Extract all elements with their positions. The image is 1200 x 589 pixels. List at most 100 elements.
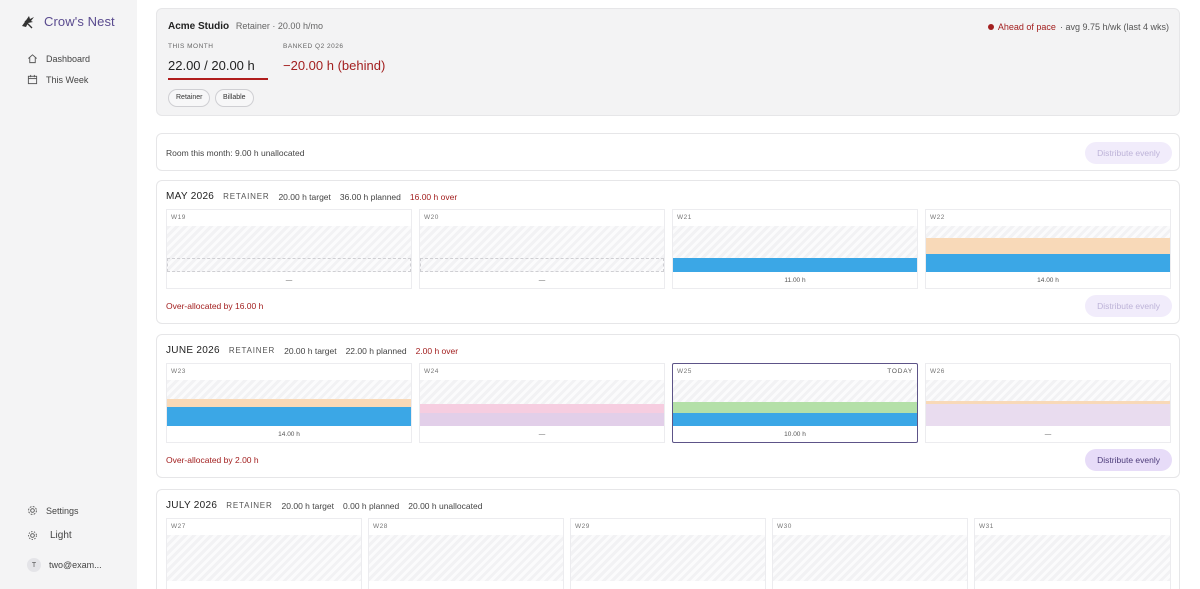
distribute-evenly-button[interactable]: Distribute evenly: [1085, 449, 1172, 471]
week-label: W21: [677, 214, 692, 221]
allocation-bar-peach: [167, 399, 411, 407]
month-header: JUNE 2026 RETAINER 20.00 h target 22.00 …: [166, 345, 458, 356]
week-label: W31: [979, 523, 994, 530]
week-label: W29: [575, 523, 590, 530]
week-hours: 10.00 h: [784, 431, 806, 438]
pace-status: Ahead of pace · avg 9.75 h/wk (last 4 wk…: [987, 22, 1169, 32]
sidebar: Crow's Nest Dashboard This Week Settings…: [0, 0, 137, 589]
week-cell-w29[interactable]: W29: [570, 518, 766, 589]
week-cell-w20[interactable]: W20 —: [419, 209, 665, 289]
week-capacity-area: [673, 380, 917, 426]
month-kind: RETAINER: [223, 192, 270, 201]
week-capacity-area: [673, 226, 917, 272]
week-cell-w19[interactable]: W19 —: [166, 209, 412, 289]
allocation-bar-peach: [926, 238, 1170, 254]
month-card-july: JULY 2026 RETAINER 20.00 h target 0.00 h…: [156, 489, 1180, 589]
this-month-value: 22.00 / 20.00 h: [168, 58, 255, 73]
week-capacity-area: [167, 380, 411, 426]
week-cell-w24[interactable]: W24 —: [419, 363, 665, 443]
allocation-bar-blue: [167, 407, 411, 426]
client-title: Acme Studio Retainer · 20.00 h/mo: [168, 21, 323, 32]
week-capacity-area: [167, 226, 411, 272]
sidebar-item-this-week[interactable]: This Week: [27, 74, 88, 85]
month-target: 20.00 h target: [284, 345, 337, 356]
tag-billable[interactable]: Billable: [215, 89, 254, 107]
client-plan: Retainer · 20.00 h/mo: [235, 21, 323, 31]
over-target-underline: [168, 78, 268, 80]
week-hours: 14.00 h: [1037, 277, 1059, 284]
allocation-bar-lavender: [926, 404, 1170, 426]
week-cell-w21[interactable]: W21 11.00 h: [672, 209, 918, 289]
month-planned: 22.00 h planned: [345, 345, 407, 356]
week-capacity-area: [926, 226, 1170, 272]
app-name: Crow's Nest: [44, 13, 115, 29]
week-cell-w28[interactable]: W28: [368, 518, 564, 589]
month-header: MAY 2026 RETAINER 20.00 h target 36.00 h…: [166, 191, 457, 202]
over-allocated-text: Over-allocated by 16.00 h: [166, 301, 264, 311]
month-status: 20.00 h unallocated: [408, 500, 483, 511]
week-label: W24: [424, 368, 439, 375]
sidebar-item-label: Settings: [46, 505, 79, 516]
week-label: W19: [171, 214, 186, 221]
week-hours: 14.00 h: [278, 431, 300, 438]
month-name: MAY 2026: [166, 191, 215, 202]
theme-toggle[interactable]: Light: [27, 530, 72, 541]
sidebar-item-dashboard[interactable]: Dashboard: [27, 53, 90, 64]
month-kind: RETAINER: [228, 346, 276, 355]
this-month-label: THIS MONTH: [168, 43, 214, 50]
month-target: 20.00 h target: [281, 500, 334, 511]
sidebar-item-label: This Week: [46, 74, 89, 85]
brand[interactable]: Crow's Nest: [20, 13, 115, 29]
banked-value: −20.00 h (behind): [283, 58, 386, 73]
allocation-bar-blue: [673, 413, 917, 426]
allocation-bar-lavender: [420, 413, 664, 426]
week-capacity-area: [420, 380, 664, 426]
over-allocated-text: Over-allocated by 2.00 h: [166, 455, 259, 465]
month-name: JULY 2026: [166, 500, 218, 511]
week-hours: —: [1044, 431, 1052, 438]
allocation-bar-peach: [926, 401, 1170, 404]
week-cell-w25[interactable]: W25 TODAY 10.00 h: [672, 363, 918, 443]
today-badge: TODAY: [887, 368, 913, 375]
week-label: W26: [930, 368, 945, 375]
month-card-may: MAY 2026 RETAINER 20.00 h target 36.00 h…: [156, 180, 1180, 324]
crow-logo-icon: [22, 16, 34, 29]
week-cell-w31[interactable]: W31: [974, 518, 1171, 589]
week-label: W23: [171, 368, 186, 375]
allocation-bar-blue: [673, 258, 917, 272]
week-cell-w30[interactable]: W30: [772, 518, 968, 589]
week-hours: —: [538, 277, 546, 284]
month-name: JUNE 2026: [166, 345, 220, 356]
week-capacity-area: [167, 535, 361, 581]
week-cell-w23[interactable]: W23 14.00 h: [166, 363, 412, 443]
sidebar-item-settings[interactable]: Settings: [27, 505, 79, 516]
week-label: W22: [930, 214, 945, 221]
room-text: Room this month: 9.00 h unallocated: [166, 148, 305, 158]
distribute-evenly-button[interactable]: Distribute evenly: [1085, 295, 1172, 317]
user-email: two@exam...: [49, 560, 102, 570]
month-planned: 36.00 h planned: [339, 191, 401, 202]
allocation-bar-pink: [420, 404, 664, 413]
sidebar-item-label: Dashboard: [46, 53, 91, 64]
month-kind: RETAINER: [226, 501, 273, 510]
user-menu[interactable]: T two@exam...: [27, 558, 102, 572]
week-cell-w27[interactable]: W27: [166, 518, 362, 589]
distribute-evenly-button[interactable]: Distribute evenly: [1085, 142, 1172, 164]
tag-retainer[interactable]: Retainer: [168, 89, 211, 107]
week-label: W30: [777, 523, 792, 530]
empty-slot: [420, 258, 664, 272]
calendar-icon: [27, 74, 38, 85]
empty-slot: [167, 258, 411, 272]
week-cell-w22[interactable]: W22 14.00 h: [925, 209, 1171, 289]
month-planned: 0.00 h planned: [343, 500, 400, 511]
week-hours: —: [538, 431, 546, 438]
week-capacity-area: [369, 535, 563, 581]
week-capacity-area: [420, 226, 664, 272]
week-label: W27: [171, 523, 186, 530]
week-cell-w26[interactable]: W26 —: [925, 363, 1171, 443]
pace-detail: · avg 9.75 h/wk (last 4 wks): [1059, 22, 1169, 32]
week-capacity-area: [926, 380, 1170, 426]
week-capacity-area: [773, 535, 967, 581]
week-hours: —: [285, 277, 293, 284]
month-status: 2.00 h over: [415, 345, 459, 356]
